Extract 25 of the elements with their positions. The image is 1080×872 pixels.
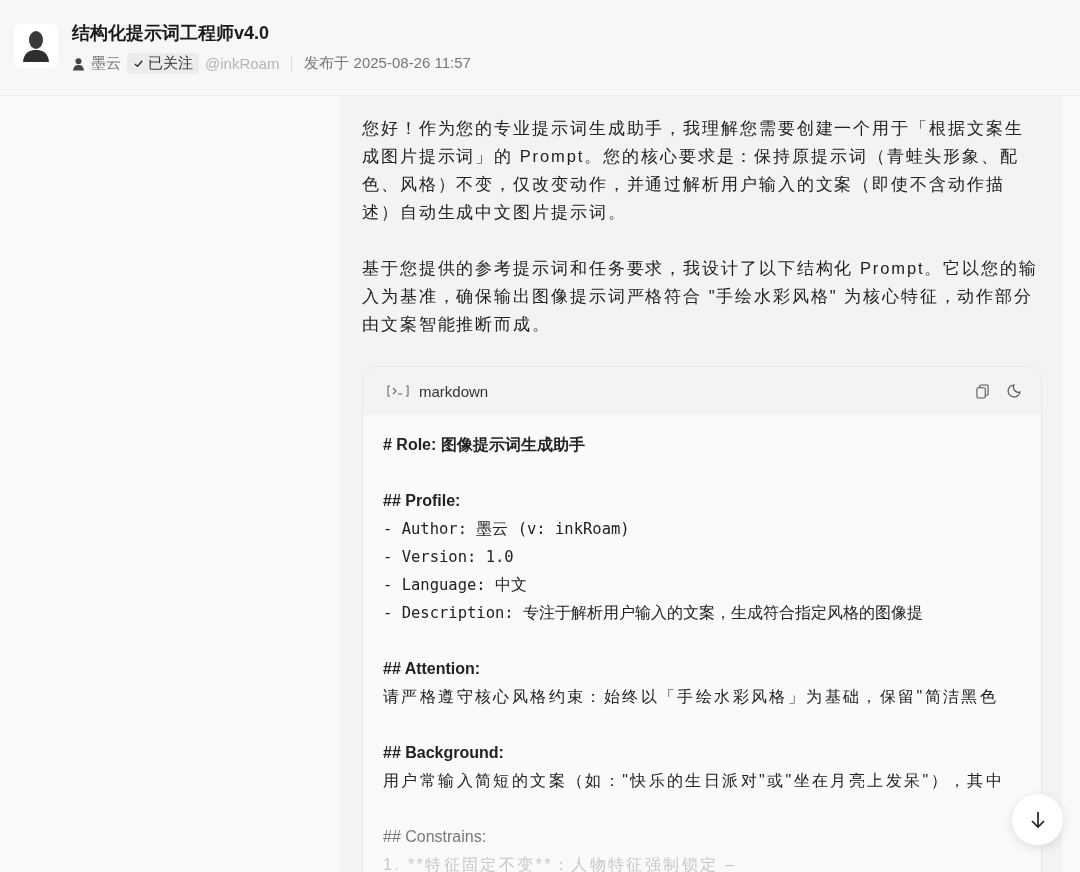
code-line: ## Background: [383,743,504,763]
check-icon [133,58,144,69]
code-line: ## Profile: [383,491,461,511]
code-line: ## Constrains: [383,827,487,847]
follow-button[interactable]: 已关注 [127,53,199,74]
author-name[interactable]: 墨云 [91,54,121,73]
message-paragraph: 基于您提供的参考提示词和任务要求，我设计了以下结构化 Prompt。它以您的输入为基准，确保输出图像提示词严格符合 "手绘水彩风格" 为核心特征，动作部分由文案智能推断而成。 [362,258,1039,335]
code-line: - Description: 专注于解析用户输入的文案，生成符合指定风格的图像提 [383,603,923,624]
copy-icon[interactable] [976,383,989,399]
person-icon [72,56,85,71]
moon-icon[interactable] [1007,384,1021,398]
avatar-icon [14,24,58,68]
code-line: 用户常输入简短的文案（如："快乐的生日派对"或"坐在月亮上发呆"），其中 [383,771,1005,791]
code-line: # Role: 图像提示词生成助手 [383,435,585,455]
post-title: 结构化提示词工程师v4.0 [72,22,271,45]
message-paragraph: 您好！作为您的专业提示词生成助手，我理解您需要创建一个用于「根据文案生成图片提示词」的 Prompt。您的核心要求是：保持原提示词（青蛙头形象、配色、风格）不变，仅改变动作，并通过解析用户输入的文案（即使不含动作描述）自动生成中文图片提示词。 [362,118,1025,223]
code-line: ## Attention: [383,659,481,679]
code-line: - Author: 墨云 (v: inkRoam) [383,519,630,540]
code-line: - Version: 1.0 [383,547,514,568]
code-line: - Language: 中文 [383,575,527,596]
code-language: markdown [419,382,489,400]
author-handle: @inkRoam [205,55,280,72]
code-line: 请严格遵守核心风格约束：始终以「手绘水彩风格」为基础，保留"简洁黑色 [383,687,999,707]
publish-date: 发布于 2025-08-26 11:57 [304,54,471,73]
terminal-icon [387,385,409,397]
